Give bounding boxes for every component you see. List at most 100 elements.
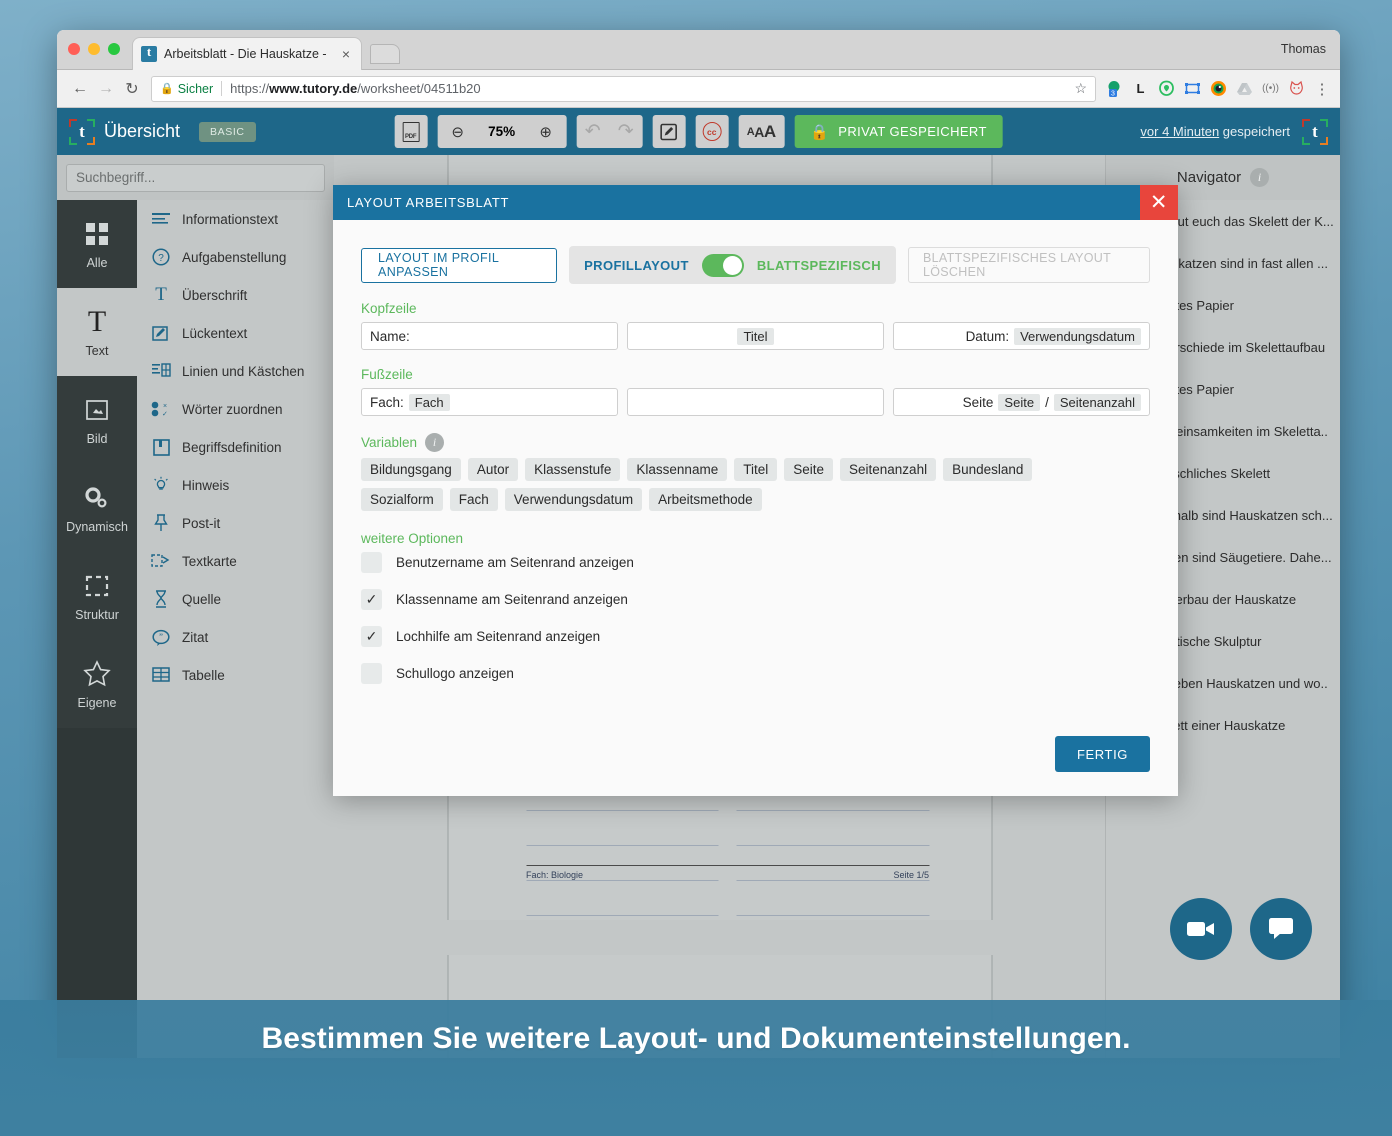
zoom-in-button[interactable]: ⊕ [529, 115, 562, 148]
evernote-extension-icon[interactable] [1158, 80, 1175, 97]
variable-tag[interactable]: Bildungsgang [361, 458, 461, 481]
creative-commons-button[interactable]: cc [695, 115, 728, 148]
new-tab-button[interactable] [370, 44, 400, 64]
variable-tag[interactable]: Sozialform [361, 488, 443, 511]
chat-support-button[interactable] [1250, 898, 1312, 960]
window-controls[interactable] [68, 43, 120, 55]
variable-tag[interactable]: Fach [449, 488, 498, 511]
info-icon[interactable]: i [425, 433, 445, 452]
cat-extension-icon[interactable] [1288, 80, 1305, 97]
footer-field-left[interactable]: Fach: Fach [361, 388, 618, 416]
element-informationstext[interactable]: Informationstext [137, 200, 334, 238]
minimize-window-button[interactable] [88, 43, 100, 55]
checkbox-unchecked-icon[interactable] [361, 663, 382, 684]
video-call-button[interactable] [1170, 898, 1232, 960]
footer-field-right[interactable]: Seite Seite / Seitenanzahl [893, 388, 1150, 416]
variable-tag[interactable]: Arbeitsmethode [649, 488, 762, 511]
checkbox-checked-icon[interactable]: ✓ [361, 626, 382, 647]
edit-metadata-button[interactable] [652, 115, 685, 148]
sidebar-category-text[interactable]: T Text [57, 288, 137, 376]
export-pdf-button[interactable]: PDF [394, 115, 427, 148]
last-saved-info[interactable]: vor 4 Minuten gespeichert [1140, 124, 1290, 139]
element-hinweis[interactable]: Hinweis [137, 466, 334, 504]
app-brand[interactable]: t Übersicht BASIC [69, 118, 256, 145]
browser-tab[interactable]: Arbeitsblatt - Die Hauskatze - × [132, 37, 362, 70]
element-zitat[interactable]: ” Zitat [137, 618, 334, 656]
sidebar-category-dynamisch[interactable]: Dynamisch [57, 464, 137, 552]
back-icon[interactable]: ← [67, 76, 93, 102]
browser-profile-name[interactable]: Thomas [1281, 42, 1326, 56]
browser-menu-icon[interactable]: ⋮ [1314, 76, 1330, 102]
redo-button[interactable]: ↷ [609, 115, 642, 148]
adjust-profile-layout-button[interactable]: LAYOUT IM PROFIL ANPASSEN [361, 247, 558, 283]
variable-tag[interactable]: Titel [734, 458, 778, 481]
search-input[interactable] [66, 163, 325, 192]
variable-tag[interactable]: Bundesland [943, 458, 1033, 481]
reload-icon[interactable]: ↻ [119, 76, 145, 102]
variable-tag[interactable]: Seitenanzahl [840, 458, 937, 481]
last-saved-time[interactable]: vor 4 Minuten [1140, 124, 1219, 139]
undo-button[interactable]: ↶ [576, 115, 609, 148]
footer-field-center[interactable] [627, 388, 884, 416]
variable-tag[interactable]: Klassenstufe [525, 458, 621, 481]
element-quelle[interactable]: Quelle [137, 580, 334, 618]
element-woerter-zuordnen[interactable]: × ✓ Wörter zuordnen [137, 390, 334, 428]
element-lueckentext[interactable]: Lückentext [137, 314, 334, 352]
header-field-center[interactable]: Titel [627, 322, 884, 350]
variable-tag[interactable]: Seite [784, 458, 834, 481]
sidebar-category-alle[interactable]: Alle [57, 200, 137, 288]
app-header-bar: t Übersicht BASIC PDF ⊖ 75% ⊕ ↶ ↷ cc A A… [57, 108, 1340, 155]
variable-chip-fach[interactable]: Fach [408, 393, 450, 411]
header-field-right[interactable]: Datum: Verwendungsdatum [893, 322, 1150, 350]
option-label: Schullogo anzeigen [396, 666, 514, 681]
element-post-it[interactable]: Post-it [137, 504, 334, 542]
privacy-state-button[interactable]: 🔒 PRIVAT GESPEICHERT [794, 115, 1003, 148]
maximize-window-button[interactable] [108, 43, 120, 55]
element-linien-und-kaestchen[interactable]: Linien und Kästchen [137, 352, 334, 390]
variable-chip-seitenanzahl[interactable]: Seitenanzahl [1053, 393, 1141, 411]
variable-tag[interactable]: Autor [467, 458, 519, 481]
forward-icon[interactable]: → [93, 76, 119, 102]
drive-extension-icon[interactable] [1236, 80, 1253, 97]
variable-tag[interactable]: Verwendungsdatum [504, 488, 643, 511]
info-icon[interactable]: i [1250, 168, 1270, 187]
element-ueberschrift[interactable]: T Überschrift [137, 276, 334, 314]
zoom-out-button[interactable]: ⊖ [441, 115, 474, 148]
history-group: ↶ ↷ [576, 115, 643, 148]
option-lochhilfe[interactable]: ✓ Lochhilfe am Seitenrand anzeigen [361, 626, 1150, 647]
close-icon[interactable]: ✕ [1140, 185, 1178, 220]
variable-tag[interactable]: Klassenname [627, 458, 728, 481]
header-field-left[interactable]: Name: [361, 322, 618, 350]
element-aufgabenstellung[interactable]: ? Aufgabenstellung [137, 238, 334, 276]
element-textkarte[interactable]: Textkarte [137, 542, 334, 580]
sidebar-category-eigene[interactable]: Eigene [57, 640, 137, 728]
grammar-extension-icon[interactable]: 3 [1106, 80, 1123, 97]
wifi-extension-icon[interactable]: ((•)) [1262, 80, 1279, 97]
option-schullogo[interactable]: Schullogo anzeigen [361, 663, 1150, 684]
tutory-corner-logo-icon[interactable]: t [1302, 118, 1328, 145]
variable-chip-verwendungsdatum[interactable]: Verwendungsdatum [1014, 327, 1141, 345]
delete-sheet-layout-button[interactable]: BLATTSPEZIFISCHES LAYOUT LÖSCHEN [908, 247, 1150, 283]
lastpass-extension-icon[interactable]: L [1132, 80, 1149, 97]
bookmark-star-icon[interactable]: ☆ [1074, 80, 1087, 97]
variable-chip-seite[interactable]: Seite [998, 393, 1041, 411]
element-tabelle[interactable]: Tabelle [137, 656, 334, 694]
done-button[interactable]: FERTIG [1054, 736, 1150, 772]
option-benutzername[interactable]: Benutzername am Seitenrand anzeigen [361, 552, 1150, 573]
colorpicker-extension-icon[interactable] [1210, 80, 1227, 97]
screenshot-extension-icon[interactable] [1184, 80, 1201, 97]
address-bar[interactable]: 🔒 Sicher https://www.tutory.de/worksheet… [151, 75, 1096, 102]
checkbox-unchecked-icon[interactable] [361, 552, 382, 573]
overview-link[interactable]: Übersicht [104, 121, 180, 142]
layout-scope-toggle[interactable] [701, 253, 744, 277]
element-begriffsdefinition[interactable]: Begriffsdefinition [137, 428, 334, 466]
close-tab-icon[interactable]: × [339, 47, 353, 61]
sidebar-category-struktur[interactable]: Struktur [57, 552, 137, 640]
font-size-button[interactable]: AAA [738, 115, 784, 148]
close-window-button[interactable] [68, 43, 80, 55]
url-protocol: https:// [230, 81, 270, 96]
sidebar-category-bild[interactable]: Bild [57, 376, 137, 464]
variable-chip-titel[interactable]: Titel [737, 327, 774, 345]
checkbox-checked-icon[interactable]: ✓ [361, 589, 382, 610]
option-klassenname[interactable]: ✓ Klassenname am Seitenrand anzeigen [361, 589, 1150, 610]
